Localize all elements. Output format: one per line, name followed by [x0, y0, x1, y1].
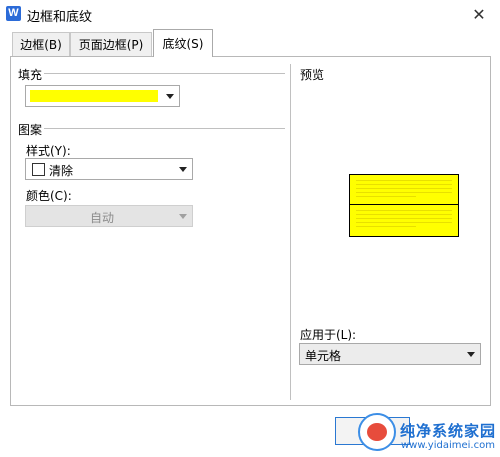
style-value: 清除: [49, 164, 74, 178]
fill-group-divider: [44, 73, 285, 74]
shading-preview: [349, 174, 459, 237]
watermark-url: www.yidaimei.com: [401, 440, 495, 451]
preview-text-line: [356, 192, 452, 193]
pattern-swatch-icon: [32, 163, 45, 176]
preview-label: 预览: [300, 68, 325, 82]
close-icon[interactable]: ✕: [466, 4, 492, 26]
fill-color-swatch: [30, 90, 158, 102]
pattern-group-divider: [44, 128, 285, 129]
watermark-logo: [358, 413, 396, 451]
pattern-group-label: 图案: [18, 123, 43, 137]
watermark-brand: 纯净系统家园: [400, 422, 497, 440]
style-dropdown[interactable]: 清除: [25, 158, 193, 180]
apply-to-value: 单元格: [305, 349, 342, 363]
preview-text-line: [356, 184, 452, 185]
preview-text-line: [356, 218, 452, 219]
chevron-down-icon: [179, 167, 187, 172]
tab-shading[interactable]: 底纹(S): [153, 29, 213, 57]
fill-group-label: 填充: [18, 68, 43, 82]
fill-color-dropdown[interactable]: [25, 85, 180, 107]
preview-cell-border: [350, 204, 458, 205]
title-bar: W 边框和底纹 ✕: [0, 0, 500, 30]
dialog-title: 边框和底纹: [27, 10, 93, 25]
preview-text-line: [356, 196, 416, 197]
tab-page-borders[interactable]: 页面边框(P): [70, 32, 152, 56]
wps-app-icon: W: [6, 6, 21, 21]
chevron-down-icon: [467, 352, 475, 357]
section-separator: [290, 64, 291, 400]
color-label: 颜色(C):: [26, 189, 72, 203]
preview-text-line: [356, 222, 452, 223]
style-label: 样式(Y):: [26, 144, 71, 158]
pattern-color-value: 自动: [90, 211, 115, 225]
chevron-down-icon: [179, 214, 187, 219]
apply-to-dropdown[interactable]: 单元格: [299, 343, 481, 365]
preview-text-line: [356, 210, 452, 211]
preview-text-line: [356, 188, 452, 189]
pattern-color-dropdown[interactable]: 自动: [25, 205, 193, 227]
preview-text-line: [356, 226, 416, 227]
preview-text-line: [356, 214, 452, 215]
preview-text-line: [356, 180, 452, 181]
tab-borders[interactable]: 边框(B): [12, 32, 70, 56]
chevron-down-icon: [166, 94, 174, 99]
watermark-logo-icon: [367, 423, 387, 441]
apply-to-label: 应用于(L):: [300, 328, 357, 342]
